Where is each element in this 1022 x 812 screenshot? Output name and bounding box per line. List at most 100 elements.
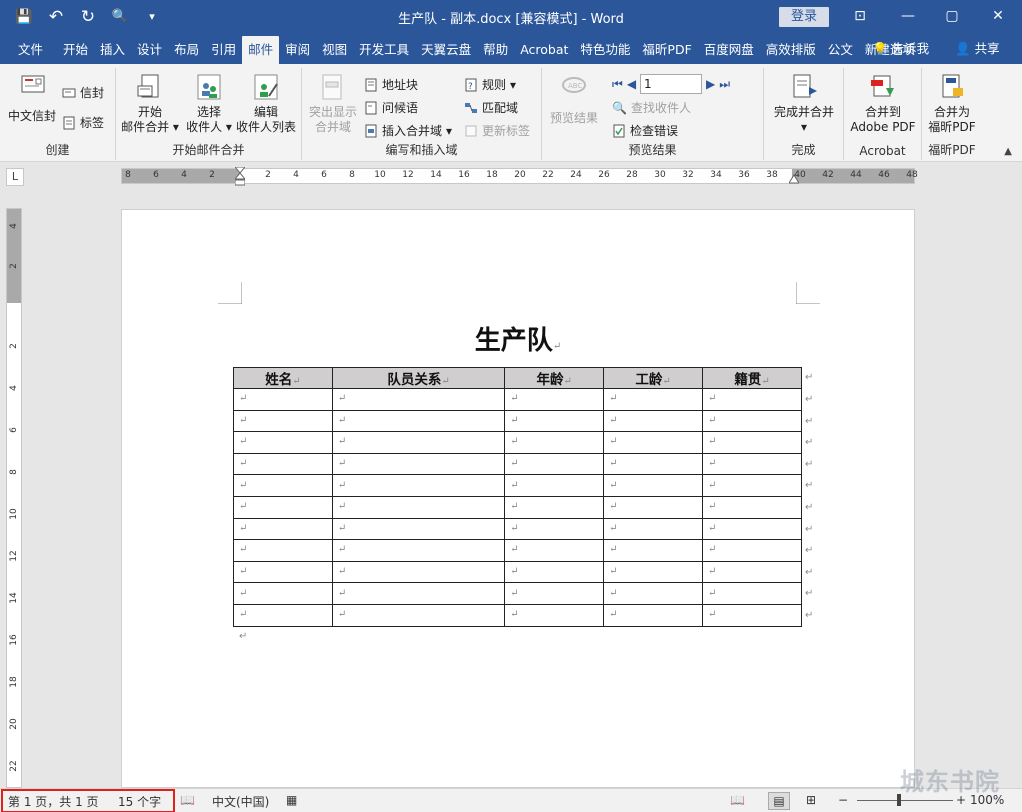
table-cell[interactable]: ↵ <box>504 409 605 433</box>
table-cell[interactable]: ↵ <box>331 560 506 584</box>
roster-table[interactable]: 姓名↵ 队员关系↵ 年龄↵ 工龄↵ 籍贯↵ ↵ ↵ ↵ ↵ ↵ ↵ ↵ ↵ ↵ ↵ ↵ ↵ ↵ ↵ ↵ ↵ ↵ ↵… <box>233 367 802 627</box>
header-hometown[interactable]: 籍贯↵ <box>702 367 802 389</box>
table-cell[interactable]: ↵ <box>702 495 802 519</box>
table-cell[interactable]: ↵ <box>702 582 802 605</box>
close-button[interactable]: ✕ <box>984 4 1012 28</box>
table-cell[interactable]: ↵ <box>504 582 605 605</box>
table-cell[interactable]: ↵ <box>233 582 333 605</box>
table-cell[interactable]: ↵ <box>504 560 605 584</box>
web-layout-icon[interactable]: ⊞ <box>806 793 816 807</box>
table-cell[interactable]: ↵ <box>603 409 704 433</box>
table-cell[interactable]: ↵ <box>331 603 506 627</box>
insert-merge-field-button[interactable]: 插入合并域 ▾ <box>364 122 452 140</box>
tab-acrobat[interactable]: Acrobat <box>514 36 574 64</box>
envelope-button[interactable]: 信封 <box>62 84 104 102</box>
table-cell[interactable]: ↵ <box>603 539 704 562</box>
table-cell[interactable]: ↵ <box>603 474 704 497</box>
language-indicator[interactable]: 中文(中国) <box>212 793 269 810</box>
table-cell[interactable]: ↵ <box>233 539 333 562</box>
table-cell[interactable]: ↵ <box>233 517 333 541</box>
table-cell[interactable]: ↵ <box>233 431 333 454</box>
trailing-paragraph-mark[interactable]: ↵ <box>239 631 247 642</box>
address-block-button[interactable]: 地址块 <box>364 76 418 94</box>
table-cell[interactable]: ↵ <box>603 603 704 627</box>
page-count[interactable]: 第 1 页，共 1 页 <box>8 793 99 810</box>
table-cell[interactable]: ↵ <box>331 431 506 454</box>
chinese-envelope-button[interactable]: 中文信封 <box>6 70 58 123</box>
table-cell[interactable]: ↵ <box>504 431 605 454</box>
start-mail-merge-button[interactable]: 开始 邮件合并 ▾ <box>120 72 180 135</box>
table-cell[interactable]: ↵ <box>331 452 506 476</box>
tab-file[interactable]: 文件 <box>8 36 57 64</box>
table-cell[interactable]: ↵ <box>702 452 802 476</box>
left-indent-marker[interactable] <box>235 167 245 187</box>
check-errors-button[interactable]: 检查错误 <box>612 122 678 140</box>
table-cell[interactable]: ↵ <box>331 582 506 605</box>
table-cell[interactable]: ↵ <box>233 495 333 519</box>
tab-help[interactable]: 帮助 <box>477 36 514 64</box>
tab-review[interactable]: 审阅 <box>279 36 316 64</box>
tab-home[interactable]: 开始 <box>57 36 94 64</box>
tab-tianyi-cloud[interactable]: 天翼云盘 <box>415 36 477 64</box>
save-icon[interactable]: 💾 <box>14 6 34 28</box>
proofing-icon[interactable]: 📖 <box>180 793 195 807</box>
tab-typeset[interactable]: 高效排版 <box>760 36 822 64</box>
vertical-ruler[interactable]: 4 2 2 4 6 8 10 12 14 16 18 20 22 <box>6 208 22 788</box>
document-page[interactable]: 生产队↵ 姓名↵ 队员关系↵ 年龄↵ 工龄↵ 籍贯↵ ↵ ↵ ↵ ↵ ↵ ↵ ↵ ↵ ↵ ↵ ↵ ↵ ↵… <box>121 209 915 788</box>
select-recipients-button[interactable]: 选择 收件人 ▾ <box>182 72 236 135</box>
minimize-button[interactable]: — <box>894 4 922 28</box>
login-button[interactable]: 登录 <box>779 7 829 27</box>
table-cell[interactable]: ↵ <box>702 474 802 497</box>
undo-icon[interactable]: ↶ <box>46 6 66 28</box>
macro-record-icon[interactable]: ▦ <box>286 793 297 807</box>
update-labels-button[interactable]: 更新标签 <box>464 122 530 140</box>
table-cell[interactable]: ↵ <box>331 517 506 541</box>
customize-qat-icon[interactable]: ▾ <box>142 6 162 28</box>
collapse-ribbon-icon[interactable]: ▲ <box>1004 146 1012 157</box>
tab-selector[interactable]: L <box>6 168 24 186</box>
table-cell[interactable]: ↵ <box>233 452 333 476</box>
document-heading[interactable]: 生产队↵ <box>122 320 914 357</box>
table-cell[interactable]: ↵ <box>504 495 605 519</box>
table-cell[interactable]: ↵ <box>603 388 704 411</box>
header-name[interactable]: 姓名↵ <box>233 367 333 389</box>
record-input[interactable]: 1 <box>640 74 703 94</box>
table-cell[interactable]: ↵ <box>702 431 802 454</box>
table-cell[interactable]: ↵ <box>331 409 506 433</box>
restore-button[interactable]: ▢ <box>938 4 966 28</box>
table-cell[interactable]: ↵ <box>603 560 704 584</box>
tab-layout[interactable]: 布局 <box>168 36 205 64</box>
ribbon-display-icon[interactable]: ⊡ <box>846 4 874 28</box>
last-record-icon[interactable]: ⏭ <box>719 75 730 93</box>
tab-official-doc[interactable]: 公文 <box>822 36 859 64</box>
table-cell[interactable]: ↵ <box>233 603 333 627</box>
table-cell[interactable]: ↵ <box>702 517 802 541</box>
labels-button[interactable]: 标签 <box>62 114 104 132</box>
tab-view[interactable]: 视图 <box>316 36 353 64</box>
tab-baidu-pan[interactable]: 百度网盘 <box>698 36 760 64</box>
table-cell[interactable]: ↵ <box>603 582 704 605</box>
table-cell[interactable]: ↵ <box>702 388 802 411</box>
edit-recipient-list-button[interactable]: 编辑 收件人列表 <box>234 72 298 135</box>
word-count[interactable]: 15 个字 <box>118 793 161 810</box>
previous-record-icon[interactable]: ◀ <box>627 75 636 93</box>
zoom-out-button[interactable]: − <box>838 793 848 807</box>
find-recipient-button[interactable]: 🔍 查找收件人 <box>612 99 691 117</box>
header-seniority[interactable]: 工龄↵ <box>603 367 704 389</box>
table-cell[interactable]: ↵ <box>504 474 605 497</box>
table-cell[interactable]: ↵ <box>331 474 506 497</box>
print-preview-icon[interactable]: 🔍 <box>110 6 130 28</box>
match-fields-button[interactable]: 匹配域 <box>464 99 518 117</box>
first-record-icon[interactable]: ⏮ <box>612 75 623 93</box>
greeting-line-button[interactable]: 问候语 <box>364 99 418 117</box>
next-record-icon[interactable]: ▶ <box>706 75 715 93</box>
tab-foxit-pdf[interactable]: 福昕PDF <box>636 36 697 64</box>
table-cell[interactable]: ↵ <box>331 495 506 519</box>
table-cell[interactable]: ↵ <box>702 539 802 562</box>
tab-references[interactable]: 引用 <box>205 36 242 64</box>
table-cell[interactable]: ↵ <box>702 603 802 627</box>
table-cell[interactable]: ↵ <box>504 603 605 627</box>
table-cell[interactable]: ↵ <box>233 409 333 433</box>
table-cell[interactable]: ↵ <box>702 409 802 433</box>
header-relation[interactable]: 队员关系↵ <box>331 367 506 389</box>
